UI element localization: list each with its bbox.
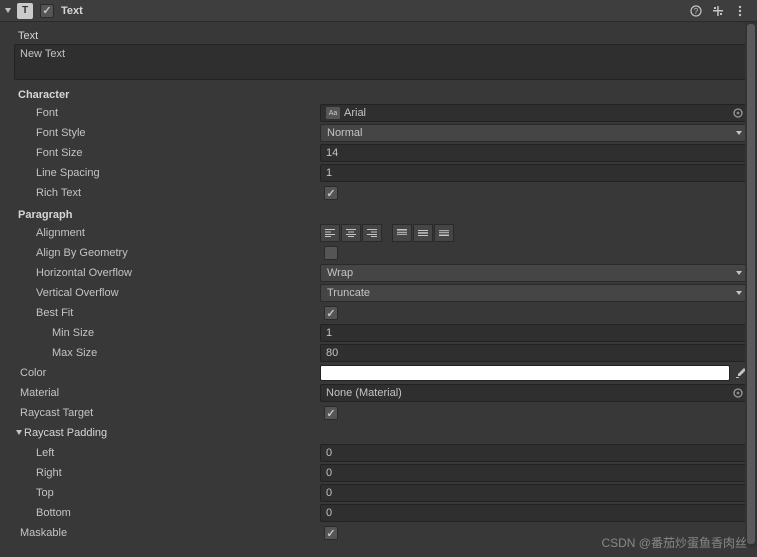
align-top-button[interactable] (392, 224, 412, 242)
v-overflow-dropdown[interactable]: Truncate (320, 284, 749, 302)
line-spacing-input[interactable] (320, 164, 749, 182)
help-icon[interactable]: ? (688, 3, 704, 19)
component-header: T Text ? (0, 0, 757, 22)
align-right-button[interactable] (362, 224, 382, 242)
padding-bottom-label: Bottom (14, 507, 320, 519)
max-size-label: Max Size (14, 347, 320, 359)
font-style-label: Font Style (14, 127, 320, 139)
scrollbar-thumb[interactable] (747, 24, 755, 544)
h-overflow-label: Horizontal Overflow (14, 267, 320, 279)
material-picker-icon[interactable] (731, 386, 745, 400)
component-type-icon: T (17, 3, 33, 19)
font-size-label: Font Size (14, 147, 320, 159)
padding-top-input[interactable] (320, 484, 749, 502)
menu-icon[interactable] (732, 3, 748, 19)
text-label: Text (18, 30, 749, 42)
scrollbar[interactable] (745, 22, 757, 547)
padding-left-label: Left (14, 447, 320, 459)
raycast-target-checkbox[interactable] (324, 406, 338, 420)
maskable-checkbox[interactable] (324, 526, 338, 540)
align-geometry-label: Align By Geometry (14, 247, 320, 259)
font-style-dropdown[interactable]: Normal (320, 124, 749, 142)
min-size-label: Min Size (14, 327, 320, 339)
component-body: Text New Text Character Font Aa Arial Fo… (0, 22, 757, 547)
padding-top-label: Top (14, 487, 320, 499)
align-left-button[interactable] (320, 224, 340, 242)
align-middle-button[interactable] (413, 224, 433, 242)
component-title: Text (61, 5, 83, 17)
chevron-down-icon (734, 290, 744, 296)
padding-right-input[interactable] (320, 464, 749, 482)
text-component: T Text ? Text New Text Character Font Aa… (0, 0, 757, 553)
font-size-input[interactable] (320, 144, 749, 162)
chevron-down-icon (734, 130, 744, 136)
svg-text:?: ? (694, 7, 699, 16)
color-label: Color (14, 367, 320, 379)
align-bottom-button[interactable] (434, 224, 454, 242)
line-spacing-label: Line Spacing (14, 167, 320, 179)
align-geometry-checkbox[interactable] (324, 246, 338, 260)
font-value: Arial (344, 107, 731, 119)
h-overflow-dropdown[interactable]: Wrap (320, 264, 749, 282)
align-center-button[interactable] (341, 224, 361, 242)
text-input[interactable]: New Text (14, 44, 749, 80)
rich-text-label: Rich Text (14, 187, 320, 199)
watermark: CSDN @番茄炒蛋鱼香肉丝 (601, 534, 747, 551)
font-picker-icon[interactable] (731, 106, 745, 120)
padding-bottom-input[interactable] (320, 504, 749, 522)
padding-right-label: Right (14, 467, 320, 479)
preset-icon[interactable] (710, 3, 726, 19)
material-label: Material (14, 387, 320, 399)
font-type-icon: Aa (326, 107, 340, 119)
font-label: Font (14, 107, 320, 119)
padding-left-input[interactable] (320, 444, 749, 462)
horizontal-align-group (320, 224, 382, 242)
color-field[interactable] (320, 365, 730, 381)
material-field[interactable]: None (Material) (320, 384, 749, 402)
rich-text-checkbox[interactable] (324, 186, 338, 200)
vertical-align-group (392, 224, 454, 242)
component-enable-checkbox[interactable] (40, 4, 54, 18)
best-fit-checkbox[interactable] (324, 306, 338, 320)
maskable-label: Maskable (14, 527, 320, 539)
alignment-label: Alignment (14, 227, 320, 239)
raycast-target-label: Raycast Target (14, 407, 320, 419)
paragraph-header: Paragraph (18, 209, 749, 221)
raycast-padding-label: Raycast Padding (24, 427, 107, 439)
component-foldout[interactable] (2, 5, 14, 17)
raycast-padding-foldout[interactable] (14, 429, 24, 437)
min-size-input[interactable] (320, 324, 749, 342)
v-overflow-label: Vertical Overflow (14, 287, 320, 299)
font-field[interactable]: Aa Arial (320, 104, 749, 122)
chevron-down-icon (734, 270, 744, 276)
best-fit-label: Best Fit (14, 307, 320, 319)
max-size-input[interactable] (320, 344, 749, 362)
character-header: Character (18, 89, 749, 101)
